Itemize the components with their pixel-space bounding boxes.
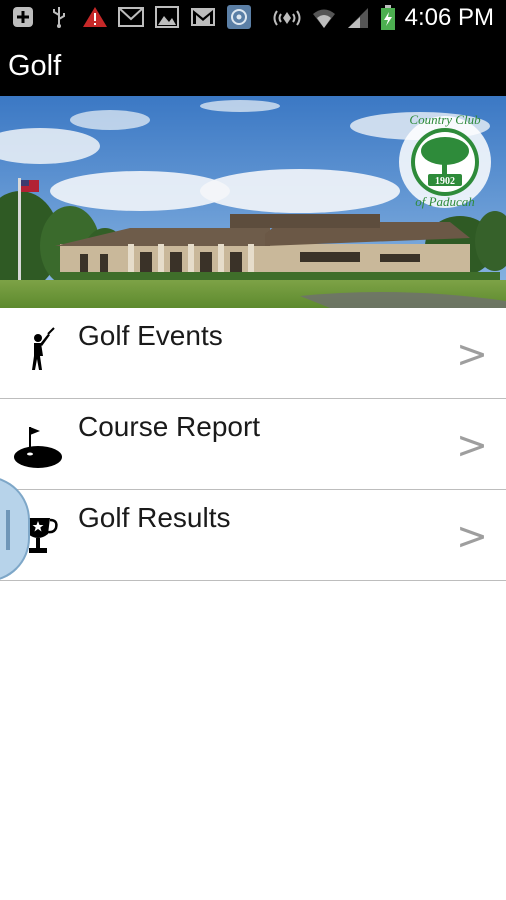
status-bar: 4:06 PM (0, 0, 506, 36)
menu-item-label: Golf Events (78, 320, 223, 351)
warning-icon (82, 4, 108, 30)
chevron-right-icon: > (456, 423, 488, 467)
notification-icons (10, 4, 252, 30)
country-club-logo: 1902 Country Club of Paducah (399, 112, 491, 209)
logo-year: 1902 (435, 176, 455, 187)
battery-icon (379, 5, 397, 31)
green-flag-icon (10, 417, 66, 473)
menu-item-course-report[interactable]: Course Report > (0, 399, 506, 490)
signal-icon (345, 5, 371, 31)
gmail-icon (190, 4, 216, 30)
golfer-icon (10, 326, 66, 382)
menu-item-golf-results[interactable]: Golf Results > (0, 490, 506, 581)
page-title: Golf (8, 50, 62, 82)
grip-icon (6, 510, 10, 550)
golf-menu-list: Golf Events > Course Report > Golf Resul… (0, 308, 506, 581)
wifi-icon (311, 5, 337, 31)
menu-item-golf-events[interactable]: Golf Events > (0, 308, 506, 399)
status-time: 4:06 PM (404, 4, 494, 31)
chevron-right-icon: > (456, 514, 488, 558)
chevron-right-icon: > (456, 332, 488, 376)
menu-item-label: Course Report (78, 411, 261, 442)
nfc-icon (271, 5, 303, 31)
image-icon (154, 4, 180, 30)
mail-icon (118, 4, 144, 30)
logo-top-text: Country Club (409, 112, 481, 127)
action-bar: Golf (0, 36, 506, 96)
menu-item-label: Golf Results (78, 502, 231, 533)
usb-icon (46, 4, 72, 30)
logo-bottom-text: of Paducah (415, 194, 475, 209)
app-icon (226, 4, 252, 30)
clubhouse-banner-image: 1902 Country Club of Paducah (0, 96, 506, 308)
system-icons: 4:06 PM (271, 4, 494, 32)
plus-box-icon (10, 4, 36, 30)
